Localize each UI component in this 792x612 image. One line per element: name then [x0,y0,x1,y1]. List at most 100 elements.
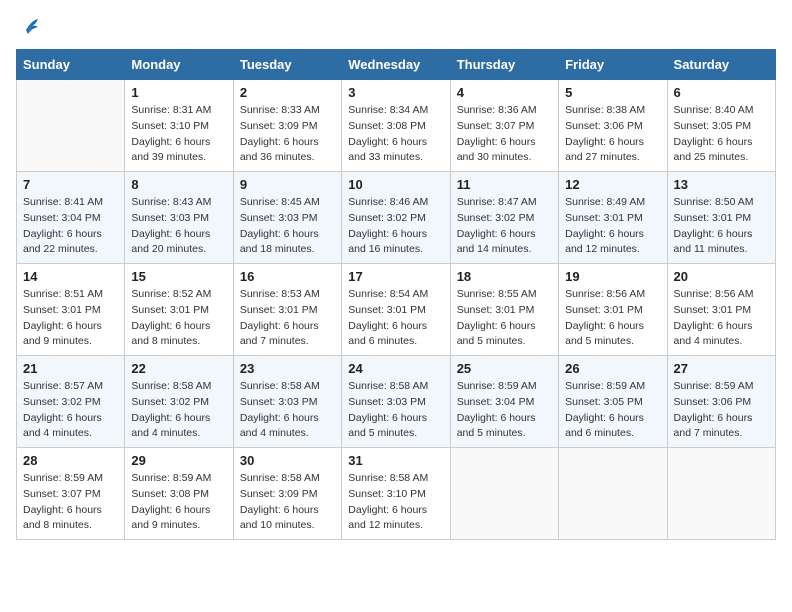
calendar-cell: 1Sunrise: 8:31 AMSunset: 3:10 PMDaylight… [125,80,233,172]
sunrise-text: Sunrise: 8:47 AM [457,195,552,211]
sunset-text: Sunset: 3:05 PM [674,119,769,135]
sunset-text: Sunset: 3:10 PM [131,119,226,135]
day-number: 10 [348,177,443,192]
week-row-1: 1 Sunrise: 8:31 AMSunset: 3:10 PM Daylight… [17,80,776,172]
sunrise-text: Sunrise: 8:57 AM [23,379,118,395]
sunrise-text: Sunrise: 8:36 AM [457,103,552,119]
weekday-header-tuesday: Tuesday [233,50,341,80]
sunset-text: Sunset: 3:02 PM [131,395,226,411]
daylight-text: Daylight: 6 hours and 5 minutes. [457,411,552,443]
sunset-text: Sunset: 3:08 PM [131,487,226,503]
day-number: 29 [131,453,226,468]
day-number: 31 [348,453,443,468]
sunrise-text: Sunrise: 8:43 AM [131,195,226,211]
sunrise-text: Sunrise: 8:58 AM [348,379,443,395]
day-info: Sunrise: 8:51 AMSunset: 3:01 PMDaylight:… [23,287,118,350]
calendar-cell: 27Sunrise: 8:59 AMSunset: 3:06 PMDayligh… [667,356,775,448]
calendar-cell: 17Sunrise: 8:54 AMSunset: 3:01 PMDayligh… [342,264,450,356]
sunrise-text: Sunrise: 8:58 AM [348,471,443,487]
weekday-header-saturday: Saturday [667,50,775,80]
sunrise-text: Sunrise: 8:59 AM [457,379,552,395]
calendar-cell [450,448,558,540]
sunrise-text: Sunrise: 8:59 AM [674,379,769,395]
header [16,16,776,39]
sunset-text: Sunset: 3:02 PM [23,395,118,411]
sunset-text: Sunset: 3:02 PM [348,211,443,227]
sunset-text: Sunset: 3:01 PM [565,211,660,227]
day-number: 28 [23,453,118,468]
daylight-text: Daylight: 6 hours and 6 minutes. [348,319,443,351]
sunset-text: Sunset: 3:03 PM [240,211,335,227]
day-info: Sunrise: 8:33 AMSunset: 3:09 PMDaylight:… [240,103,335,166]
calendar-cell: 28 Sunrise: 8:59 AMSunset: 3:07 PMDayligh… [17,448,125,540]
sunrise-text: Sunrise: 8:38 AM [565,103,660,119]
daylight-text: Daylight: 6 hours and 7 minutes. [674,411,769,443]
weekday-header-friday: Friday [559,50,667,80]
sunrise-text: Sunrise: 8:51 AM [23,287,118,303]
calendar-cell: 31 Sunrise: 8:58 AMSunset: 3:10 PMDayligh… [342,448,450,540]
day-number: 6 [674,85,769,100]
sunrise-text: Sunrise: 8:33 AM [240,103,335,119]
sunrise-text: Sunrise: 8:58 AM [131,379,226,395]
sunset-text: Sunset: 3:05 PM [565,395,660,411]
calendar-cell: 23Sunrise: 8:58 AMSunset: 3:03 PMDayligh… [233,356,341,448]
daylight-text: Daylight: 6 hours and 12 minutes. [348,503,443,535]
sunrise-text: Sunrise: 8:59 AM [23,471,118,487]
calendar-cell: 6 Sunrise: 8:40 AMSunset: 3:05 PMDaylight… [667,80,775,172]
sunrise-text: Sunrise: 8:31 AM [131,103,226,119]
weekday-header-sunday: Sunday [17,50,125,80]
day-number: 9 [240,177,335,192]
daylight-text: Daylight: 6 hours and 12 minutes. [565,227,660,259]
daylight-text: Daylight: 6 hours and 18 minutes. [240,227,335,259]
calendar-cell: 22Sunrise: 8:58 AMSunset: 3:02 PMDayligh… [125,356,233,448]
day-number: 27 [674,361,769,376]
sunset-text: Sunset: 3:01 PM [674,211,769,227]
day-info: Sunrise: 8:53 AMSunset: 3:01 PMDaylight:… [240,287,335,350]
day-number: 17 [348,269,443,284]
sunrise-text: Sunrise: 8:56 AM [565,287,660,303]
day-info: Sunrise: 8:55 AMSunset: 3:01 PMDaylight:… [457,287,552,350]
day-info: Sunrise: 8:52 AMSunset: 3:01 PMDaylight:… [131,287,226,350]
day-info: Sunrise: 8:59 AMSunset: 3:07 PMDaylight:… [23,471,118,534]
weekday-header-thursday: Thursday [450,50,558,80]
daylight-text: Daylight: 6 hours and 7 minutes. [240,319,335,351]
sunrise-text: Sunrise: 8:41 AM [23,195,118,211]
sunset-text: Sunset: 3:10 PM [348,487,443,503]
sunset-text: Sunset: 3:04 PM [457,395,552,411]
day-info: Sunrise: 8:41 AMSunset: 3:04 PMDaylight:… [23,195,118,258]
calendar-cell: 30Sunrise: 8:58 AMSunset: 3:09 PMDayligh… [233,448,341,540]
sunset-text: Sunset: 3:03 PM [240,395,335,411]
day-number: 1 [131,85,226,100]
daylight-text: Daylight: 6 hours and 25 minutes. [674,135,769,167]
daylight-text: Daylight: 6 hours and 5 minutes. [457,319,552,351]
daylight-text: Daylight: 6 hours and 8 minutes. [131,319,226,351]
sunset-text: Sunset: 3:03 PM [131,211,226,227]
day-info: Sunrise: 8:36 AMSunset: 3:07 PMDaylight:… [457,103,552,166]
day-number: 18 [457,269,552,284]
day-number: 25 [457,361,552,376]
day-info: Sunrise: 8:59 AMSunset: 3:08 PMDaylight:… [131,471,226,534]
sunset-text: Sunset: 3:01 PM [23,303,118,319]
sunrise-text: Sunrise: 8:34 AM [348,103,443,119]
calendar-cell: 4Sunrise: 8:36 AMSunset: 3:07 PMDaylight… [450,80,558,172]
daylight-text: Daylight: 6 hours and 5 minutes. [348,411,443,443]
sunset-text: Sunset: 3:01 PM [348,303,443,319]
day-info: Sunrise: 8:58 AMSunset: 3:02 PMDaylight:… [131,379,226,442]
daylight-text: Daylight: 6 hours and 4 minutes. [240,411,335,443]
daylight-text: Daylight: 6 hours and 36 minutes. [240,135,335,167]
sunset-text: Sunset: 3:07 PM [23,487,118,503]
daylight-text: Daylight: 6 hours and 8 minutes. [23,503,118,535]
day-number: 7 [23,177,118,192]
day-info: Sunrise: 8:50 AMSunset: 3:01 PMDaylight:… [674,195,769,258]
day-number: 23 [240,361,335,376]
day-info: Sunrise: 8:40 AMSunset: 3:05 PMDaylight:… [674,103,769,166]
week-row-5: 28Sunrise: 8:59 AMSunset: 3:07 PMDayligh… [17,448,776,540]
weekday-header-wednesday: Wednesday [342,50,450,80]
daylight-text: Daylight: 6 hours and 4 minutes. [674,319,769,351]
sunset-text: Sunset: 3:03 PM [348,395,443,411]
day-info: Sunrise: 8:58 AMSunset: 3:09 PMDaylight:… [240,471,335,534]
daylight-text: Daylight: 6 hours and 11 minutes. [674,227,769,259]
daylight-text: Daylight: 6 hours and 9 minutes. [131,503,226,535]
calendar-cell: 10Sunrise: 8:46 AMSunset: 3:02 PMDayligh… [342,172,450,264]
calendar-cell: 8Sunrise: 8:43 AMSunset: 3:03 PMDaylight… [125,172,233,264]
